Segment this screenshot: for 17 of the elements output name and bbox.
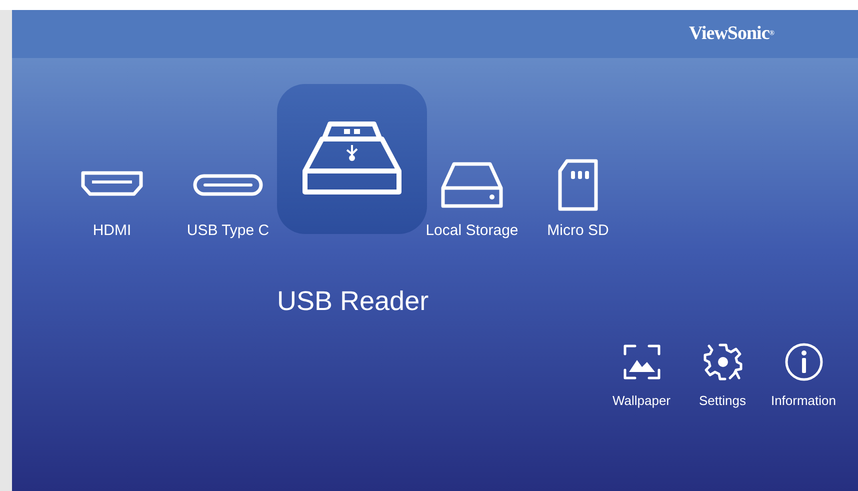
selected-source-label: USB Reader xyxy=(277,286,429,316)
source-option[interactable]: Local Storage xyxy=(426,160,518,242)
image-icon xyxy=(622,344,660,380)
menu-option[interactable]: Wallpaper xyxy=(601,342,682,410)
source-option[interactable]: Micro SD xyxy=(547,160,609,242)
sd-card-icon xyxy=(556,159,599,211)
brand-logo: ViewSonic$^{®}$ xyxy=(688,22,774,46)
menu-option[interactable]: Settings xyxy=(682,342,763,410)
info-icon xyxy=(784,342,824,382)
source-tile[interactable] xyxy=(277,84,427,234)
source-option[interactable]: USB Type C xyxy=(186,160,270,242)
menu-option[interactable]: Information xyxy=(763,342,844,410)
source-option[interactable]: HDMI xyxy=(80,160,144,242)
gear-icon xyxy=(702,342,742,382)
hard-drive-icon xyxy=(440,161,504,209)
usb-drive-icon xyxy=(302,121,402,197)
usb-c-port-icon xyxy=(192,174,263,196)
